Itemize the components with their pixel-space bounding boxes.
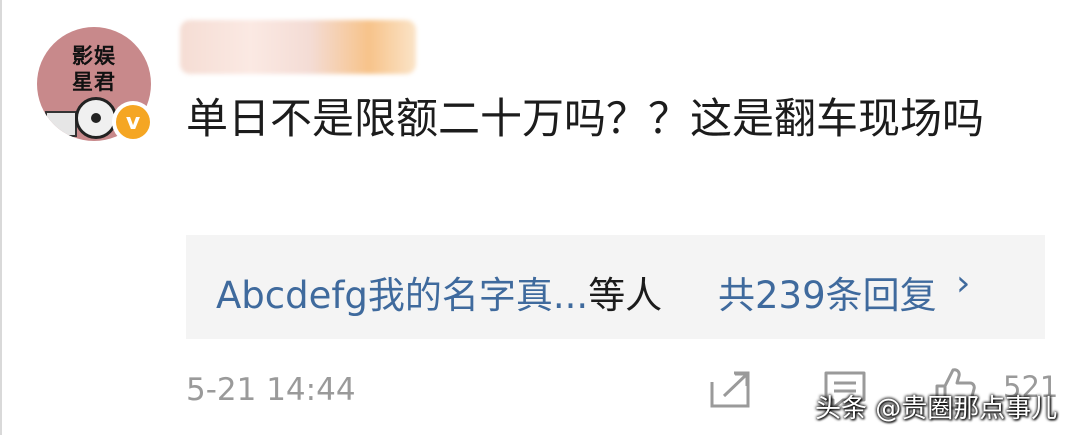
reply-etc-label: 等人	[588, 274, 663, 317]
timestamp: 5-21 14:44	[186, 372, 356, 408]
verified-v-icon: v	[116, 105, 150, 139]
avatar-text-line2: 星君	[72, 70, 116, 94]
film-reel-icon	[75, 97, 117, 139]
username-blurred[interactable]	[180, 20, 416, 74]
reply-count-link[interactable]: 共239条回复	[718, 265, 937, 319]
reply-names-text: Abcdefg我的名字真...	[216, 274, 589, 317]
left-border	[0, 0, 2, 435]
comment-text: 单日不是限额二十万吗？？这是翻车现场吗	[186, 94, 985, 143]
reply-names[interactable]: Abcdefg我的名字真...等人	[216, 265, 662, 319]
chevron-right-icon[interactable]: ›	[956, 263, 970, 304]
clapperboard-icon	[45, 111, 77, 137]
share-icon[interactable]	[708, 370, 752, 408]
replies-box[interactable]: Abcdefg我的名字真...等人 共239条回复 ›	[186, 235, 1045, 339]
verified-badge: v	[112, 101, 154, 143]
watermark: 头条 @贵圈那点事儿	[815, 394, 1058, 424]
